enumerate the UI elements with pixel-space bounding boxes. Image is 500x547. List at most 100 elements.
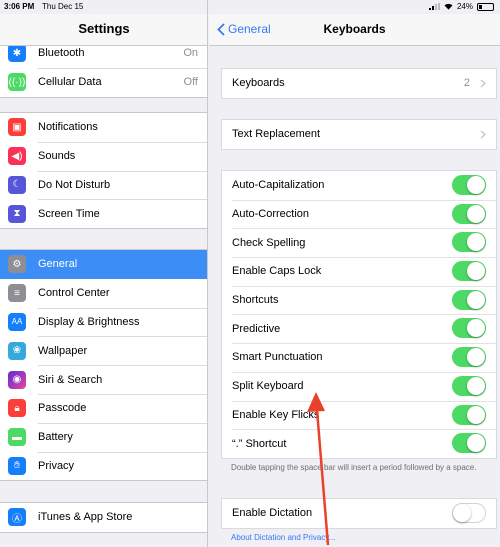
enable-caps-lock-row: Enable Caps Lock [222, 257, 496, 286]
sidebar-item-value: On [183, 47, 198, 60]
sidebar-item-label: Display & Brightness [38, 315, 140, 328]
text-replacement-row[interactable]: Text Replacement [222, 120, 496, 149]
sidebar-item-control-center[interactable]: ≡ Control Center [0, 279, 207, 308]
lock-icon: 🔒︎ [8, 399, 26, 418]
toggle-knob [467, 405, 485, 424]
toggle-knob [467, 319, 485, 338]
hourglass-icon: ⧗ [8, 204, 26, 223]
notifications-icon: ▣ [8, 118, 26, 137]
period-shortcut-footnote: Double tapping the space bar will insert… [231, 463, 477, 472]
sidebar-item-label: Passcode [38, 402, 87, 415]
sidebar-item-label: Sounds [38, 150, 76, 163]
enable-key-flicks-row: Enable Key Flicks [222, 400, 496, 430]
check-spelling-toggle[interactable] [452, 232, 486, 253]
keyboard-options-group: Auto-Capitalization Auto-Correction Chec… [221, 170, 497, 459]
siri-icon: ◉ [8, 370, 26, 389]
control-center-icon: ≡ [8, 284, 26, 303]
auto-capitalization-row: Auto-Capitalization [222, 171, 496, 200]
sidebar-group-notifications: ▣ Notifications ◀) Sounds ☾ Do Not Distu… [0, 112, 207, 230]
sidebar-group-store: Ⓐ iTunes & App Store [0, 502, 207, 533]
navigation-bar: General Keyboards [209, 14, 500, 46]
enable-key-flicks-toggle[interactable] [452, 404, 486, 425]
wallpaper-icon: ❀ [8, 341, 26, 360]
sidebar-item-wallpaper[interactable]: ❀ Wallpaper [0, 336, 207, 365]
toggle-knob [467, 290, 485, 309]
status-bar: 3:06 PM Thu Dec 15 24% [0, 0, 500, 14]
sidebar-item-passcode[interactable]: 🔒︎ Passcode [0, 393, 207, 423]
hand-icon: ✋︎ [8, 456, 26, 475]
keyboards-group: Keyboards 2 [221, 68, 497, 99]
sidebar-item-battery[interactable]: ▬ Battery [0, 422, 207, 452]
keyboards-pane: General Keyboards Keyboards 2 Text Repla… [209, 0, 500, 547]
auto-capitalization-toggle[interactable] [452, 175, 486, 195]
sidebar-item-notifications[interactable]: ▣ Notifications [0, 113, 207, 142]
toggle-knob [467, 233, 485, 252]
sidebar-item-itunes-app-store[interactable]: Ⓐ iTunes & App Store [0, 503, 207, 532]
status-indicators: 24% [428, 2, 494, 11]
sidebar-item-label: Control Center [38, 287, 110, 300]
moon-icon: ☾ [8, 175, 26, 194]
page-title: Keyboards [323, 22, 386, 36]
sidebar-item-siri-search[interactable]: ◉ Siri & Search [0, 365, 207, 394]
battery-status-icon [477, 2, 494, 11]
chevron-right-icon [480, 130, 486, 139]
status-time: 3:06 PM [4, 2, 35, 11]
auto-correction-toggle[interactable] [452, 203, 486, 224]
smart-punctuation-row: Smart Punctuation [222, 343, 496, 372]
battery-fill [479, 4, 483, 9]
period-shortcut-row: “.” Shortcut [222, 429, 496, 458]
toggle-knob [453, 504, 471, 522]
gear-icon: ⚙ [8, 255, 26, 274]
row-label: Text Replacement [232, 128, 321, 141]
toggle-knob [467, 348, 485, 367]
check-spelling-row: Check Spelling [222, 228, 496, 257]
signal-icon [428, 3, 440, 10]
sidebar-item-label: General [38, 258, 78, 271]
predictive-row: Predictive [222, 314, 496, 343]
auto-correction-row: Auto-Correction [222, 199, 496, 229]
smart-punctuation-toggle[interactable] [452, 347, 486, 368]
text-replacement-group: Text Replacement [221, 119, 497, 150]
toggle-knob [467, 262, 485, 281]
sidebar-item-label: Siri & Search [38, 373, 103, 386]
sidebar-item-value: Off [183, 76, 198, 89]
settings-sidebar: ✱ Bluetooth On ((·)) Cellular Data Off ▣… [0, 0, 208, 547]
sidebar-item-label: Screen Time [38, 207, 100, 220]
toggle-knob [467, 376, 485, 395]
chevron-right-icon [480, 79, 486, 88]
sidebar-group-general: ⚙ General ≡ Control Center AA Display & … [0, 249, 207, 482]
toggle-knob [467, 176, 485, 194]
sidebar-title: Settings [0, 14, 207, 46]
sidebar-item-display-brightness[interactable]: AA Display & Brightness [0, 307, 207, 337]
cellular-icon: ((·)) [8, 73, 26, 92]
sidebar-item-screen-time[interactable]: ⧗ Screen Time [0, 199, 207, 228]
split-keyboard-toggle[interactable] [452, 375, 486, 396]
dictation-privacy-link[interactable]: About Dictation and Privacy... [231, 533, 335, 542]
enable-dictation-toggle[interactable] [452, 503, 486, 523]
shortcuts-row: Shortcuts [222, 285, 496, 315]
enable-caps-lock-toggle[interactable] [452, 261, 486, 282]
shortcuts-toggle[interactable] [452, 289, 486, 310]
sidebar-item-label: Do Not Disturb [38, 178, 111, 191]
toggle-knob [467, 204, 485, 223]
sidebar-item-do-not-disturb[interactable]: ☾ Do Not Disturb [0, 170, 207, 200]
period-shortcut-toggle[interactable] [452, 433, 486, 454]
sidebar-item-sounds[interactable]: ◀) Sounds [0, 141, 207, 171]
keyboards-row[interactable]: Keyboards 2 [222, 69, 496, 98]
sidebar-item-privacy[interactable]: ✋︎ Privacy [0, 451, 207, 481]
dictation-group: Enable Dictation [221, 498, 497, 529]
battery-icon: ▬ [8, 428, 26, 447]
sounds-icon: ◀) [8, 147, 26, 166]
sidebar-item-label: Cellular Data [38, 76, 102, 89]
sidebar-item-cellular-data[interactable]: ((·)) Cellular Data Off [0, 67, 207, 97]
predictive-toggle[interactable] [452, 318, 486, 339]
display-icon: AA [8, 312, 26, 331]
sidebar-item-label: Wallpaper [38, 344, 88, 357]
sidebar-item-label: Privacy [38, 459, 75, 472]
bluetooth-icon: ✱ [8, 44, 26, 63]
app-store-icon: Ⓐ [8, 508, 26, 527]
sidebar-item-general[interactable]: ⚙ General [0, 250, 207, 279]
keyboards-count: 2 [463, 77, 470, 90]
battery-percentage: 24% [456, 2, 473, 11]
sidebar-item-label: Battery [38, 431, 73, 444]
